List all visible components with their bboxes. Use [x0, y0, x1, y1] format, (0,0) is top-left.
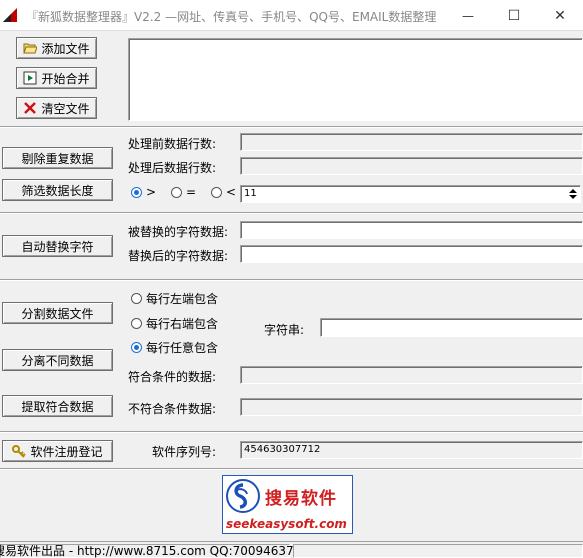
- auto-replace-button[interactable]: 自动替换字符: [2, 235, 113, 257]
- replace-from-input[interactable]: [240, 221, 583, 239]
- radio-dot-less[interactable]: [211, 186, 222, 198]
- string-label: 字符串:: [264, 323, 305, 337]
- radio-dot-left[interactable]: [131, 293, 142, 304]
- clear-files-button[interactable]: 清空文件: [16, 97, 97, 119]
- nomatch-label: 不符合条件数据:: [128, 402, 217, 416]
- key-icon: [12, 445, 27, 458]
- length-value[interactable]: 11: [241, 186, 580, 202]
- divider: [0, 468, 583, 470]
- length-spinner[interactable]: 11: [240, 185, 581, 203]
- radio-less[interactable]: <: [211, 185, 236, 199]
- play-icon: [23, 71, 37, 85]
- clear-icon: [24, 102, 37, 114]
- register-button[interactable]: 软件注册登记: [2, 440, 113, 462]
- after-count-field: [240, 157, 583, 175]
- after-count-label: 处理后数据行数:: [128, 161, 217, 175]
- before-count-label: 处理前数据行数:: [128, 137, 217, 151]
- brand-logo[interactable]: 搜易软件 seekeasysoft.com: [222, 475, 353, 534]
- spinner-icon[interactable]: [567, 187, 579, 201]
- radio-greater[interactable]: >: [131, 185, 156, 199]
- replace-from-label: 被替换的字符数据:: [128, 225, 229, 239]
- brand-name: 搜易软件: [265, 489, 337, 509]
- spinner-arrows[interactable]: [567, 187, 579, 201]
- brand-url: seekeasysoft.com: [226, 517, 347, 531]
- status-cell: 搜易软件出品 - http://www.8715.com QQ:70094637: [0, 544, 294, 558]
- radio-left-contains[interactable]: 每行左端包含: [131, 290, 218, 307]
- radio-any-contains[interactable]: 每行任意包含: [131, 339, 218, 356]
- radio-right-contains[interactable]: 每行右端包含: [131, 315, 218, 332]
- minimize-button[interactable]: —: [445, 0, 491, 31]
- radio-dot-any[interactable]: [131, 342, 142, 353]
- serial-label: 软件序列号:: [152, 445, 217, 459]
- replace-to-input[interactable]: [240, 245, 583, 263]
- radio-dot-right[interactable]: [131, 318, 142, 329]
- file-list[interactable]: [128, 38, 583, 121]
- separate-data-button[interactable]: 分离不同数据: [2, 349, 113, 371]
- match-label: 符合条件的数据:: [128, 370, 217, 384]
- status-cell-empty: [293, 544, 583, 558]
- dedupe-button[interactable]: 剔除重复数据: [2, 147, 113, 169]
- title-bar: 『新狐数据整理器』V2.2 —网址、传真号、手机号、QQ号、EMAIL数据整理 …: [0, 0, 583, 31]
- string-input[interactable]: [320, 318, 583, 337]
- close-button[interactable]: ✕: [537, 0, 583, 31]
- match-count-field: [240, 366, 583, 384]
- serial-value: 454630307712: [244, 444, 321, 455]
- before-count-field: [240, 133, 583, 151]
- radio-dot-equal[interactable]: [171, 186, 182, 198]
- filter-length-button[interactable]: 筛选数据长度: [2, 179, 113, 201]
- swirl-logo-icon: [226, 479, 260, 513]
- divider: [0, 279, 583, 281]
- nomatch-count-field: [240, 398, 583, 416]
- split-file-button[interactable]: 分割数据文件: [2, 302, 113, 324]
- status-text: 搜易软件出品 - http://www.8715.com QQ:70094637: [0, 544, 294, 558]
- app-icon: [3, 8, 17, 22]
- window-title: 『新狐数据整理器』V2.2 —网址、传真号、手机号、QQ号、EMAIL数据整理: [26, 10, 437, 24]
- divider: [0, 212, 583, 214]
- divider: [0, 431, 583, 433]
- extract-data-button[interactable]: 提取符合数据: [2, 395, 113, 417]
- serial-field: 454630307712: [240, 441, 583, 459]
- folder-open-icon: [23, 43, 38, 54]
- replace-to-label: 替换后的字符数据:: [128, 249, 229, 263]
- divider: [0, 126, 583, 128]
- status-bar: 搜易软件出品 - http://www.8715.com QQ:70094637: [0, 541, 583, 558]
- add-file-button[interactable]: 添加文件: [16, 37, 97, 59]
- merge-button[interactable]: 开始合并: [16, 67, 97, 89]
- radio-dot-greater[interactable]: [131, 186, 142, 198]
- maximize-button[interactable]: ☐: [491, 0, 537, 31]
- radio-equal[interactable]: =: [171, 185, 196, 199]
